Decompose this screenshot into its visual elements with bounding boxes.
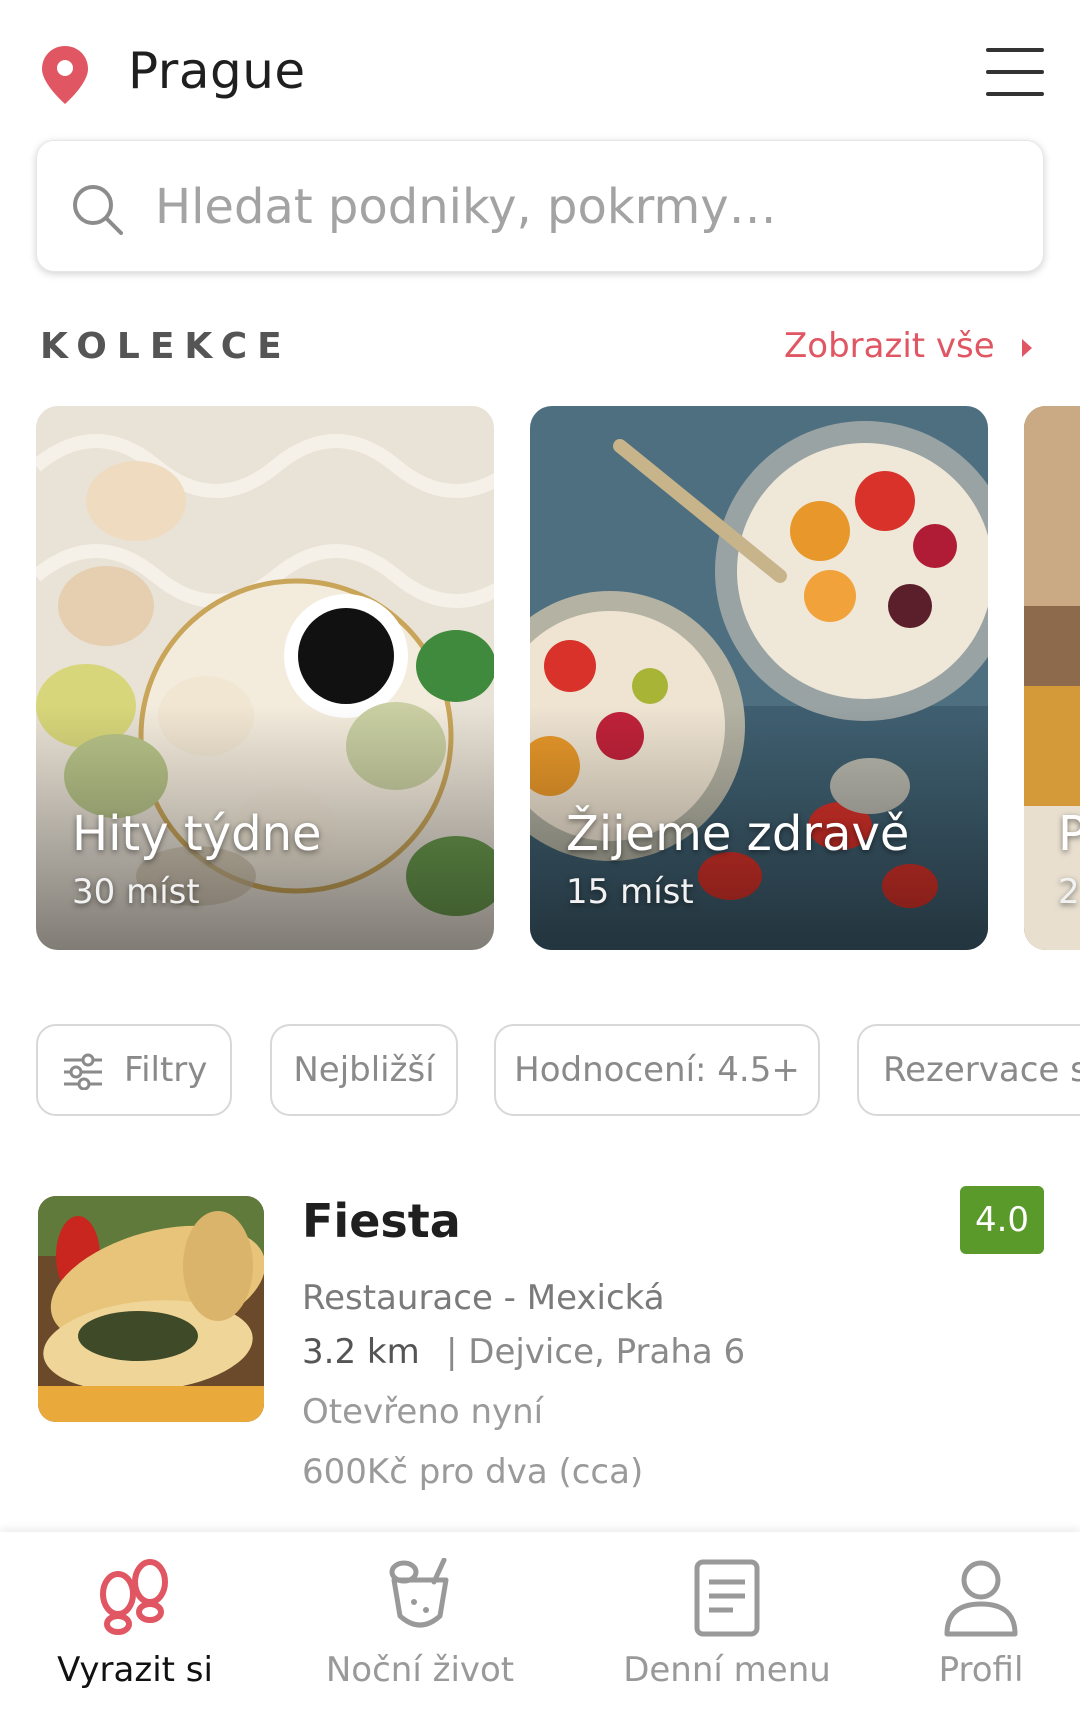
reservation-chip[interactable]: Rezervace s xyxy=(857,1024,1080,1116)
nav-item-daily-menu[interactable]: Denní menu xyxy=(600,1532,854,1718)
filters-chip[interactable]: Filtry xyxy=(36,1024,232,1116)
collection-image xyxy=(1024,406,1080,950)
nav-item-go-out[interactable]: Vyrazit si xyxy=(30,1532,240,1718)
nearest-chip[interactable]: Nejbližší xyxy=(270,1024,458,1116)
bottom-navigation: Vyrazit si Noční život Denní menu Profil xyxy=(0,1532,1080,1718)
rating-badge: 4.0 xyxy=(960,1186,1044,1254)
collection-title: Žijeme zdravě xyxy=(566,806,910,862)
restaurant-image xyxy=(38,1196,264,1422)
nav-item-profile[interactable]: Profil xyxy=(910,1532,1052,1718)
search-input[interactable] xyxy=(155,169,1015,245)
collection-image xyxy=(530,406,988,950)
collection-card[interactable]: Žijeme zdravě 15 míst xyxy=(530,406,988,950)
filter-chips: Filtry Nejbližší Hodnocení: 4.5+ Rezerva… xyxy=(0,1024,1080,1116)
search-bar[interactable] xyxy=(36,140,1044,272)
chevron-right-icon[interactable] xyxy=(1020,337,1034,359)
collection-card[interactable]: Hity týdne 30 míst xyxy=(36,406,494,950)
search-icon xyxy=(73,185,123,235)
collection-title: Hity týdne xyxy=(72,806,322,862)
restaurant-name[interactable]: Fiesta xyxy=(302,1194,461,1248)
footprints-icon xyxy=(100,1559,168,1635)
user-icon xyxy=(944,1560,1018,1637)
sliders-icon xyxy=(64,1053,102,1090)
collection-count: 2 xyxy=(1058,872,1080,912)
collection-title: P b xyxy=(1058,806,1080,862)
see-all-link[interactable]: Zobrazit vše xyxy=(784,326,995,366)
collection-count: 30 míst xyxy=(72,872,200,912)
collection-card[interactable]: P b 2 xyxy=(1024,406,1080,950)
city-name[interactable]: Prague xyxy=(128,42,306,100)
collections-carousel[interactable]: Hity týdne 30 míst Žijeme zdravě 15 míst… xyxy=(0,406,1080,952)
app-header: Prague xyxy=(0,0,1080,140)
restaurant-distance: 3.2 km xyxy=(302,1332,420,1372)
hamburger-menu-icon[interactable] xyxy=(986,48,1044,98)
restaurant-category: Restaurace - Mexická xyxy=(302,1278,665,1318)
collections-title: KOLEKCE xyxy=(40,326,292,367)
nav-label: Noční život xyxy=(325,1650,515,1690)
nav-label: Vyrazit si xyxy=(57,1650,213,1690)
collection-image xyxy=(36,406,494,950)
nav-label: Denní menu xyxy=(623,1650,831,1690)
restaurant-price: 600Kč pro dva (cca) xyxy=(302,1452,644,1492)
menu-document-icon xyxy=(694,1559,760,1637)
filters-chip-label: Filtry xyxy=(124,1050,208,1090)
rating-chip[interactable]: Hodnocení: 4.5+ xyxy=(494,1024,820,1116)
nav-item-nightlife[interactable]: Noční život xyxy=(300,1532,540,1718)
restaurant-list-item[interactable]: Fiesta 4.0 Restaurace - Mexická 3.2 km |… xyxy=(0,1186,1080,1492)
collection-count: 15 míst xyxy=(566,872,694,912)
restaurant-area: | Dejvice, Praha 6 xyxy=(446,1332,746,1372)
restaurant-status: Otevřeno nyní xyxy=(302,1392,544,1432)
cocktail-icon xyxy=(389,1558,449,1628)
nav-label: Profil xyxy=(938,1650,1024,1690)
map-pin-icon[interactable] xyxy=(40,44,90,106)
